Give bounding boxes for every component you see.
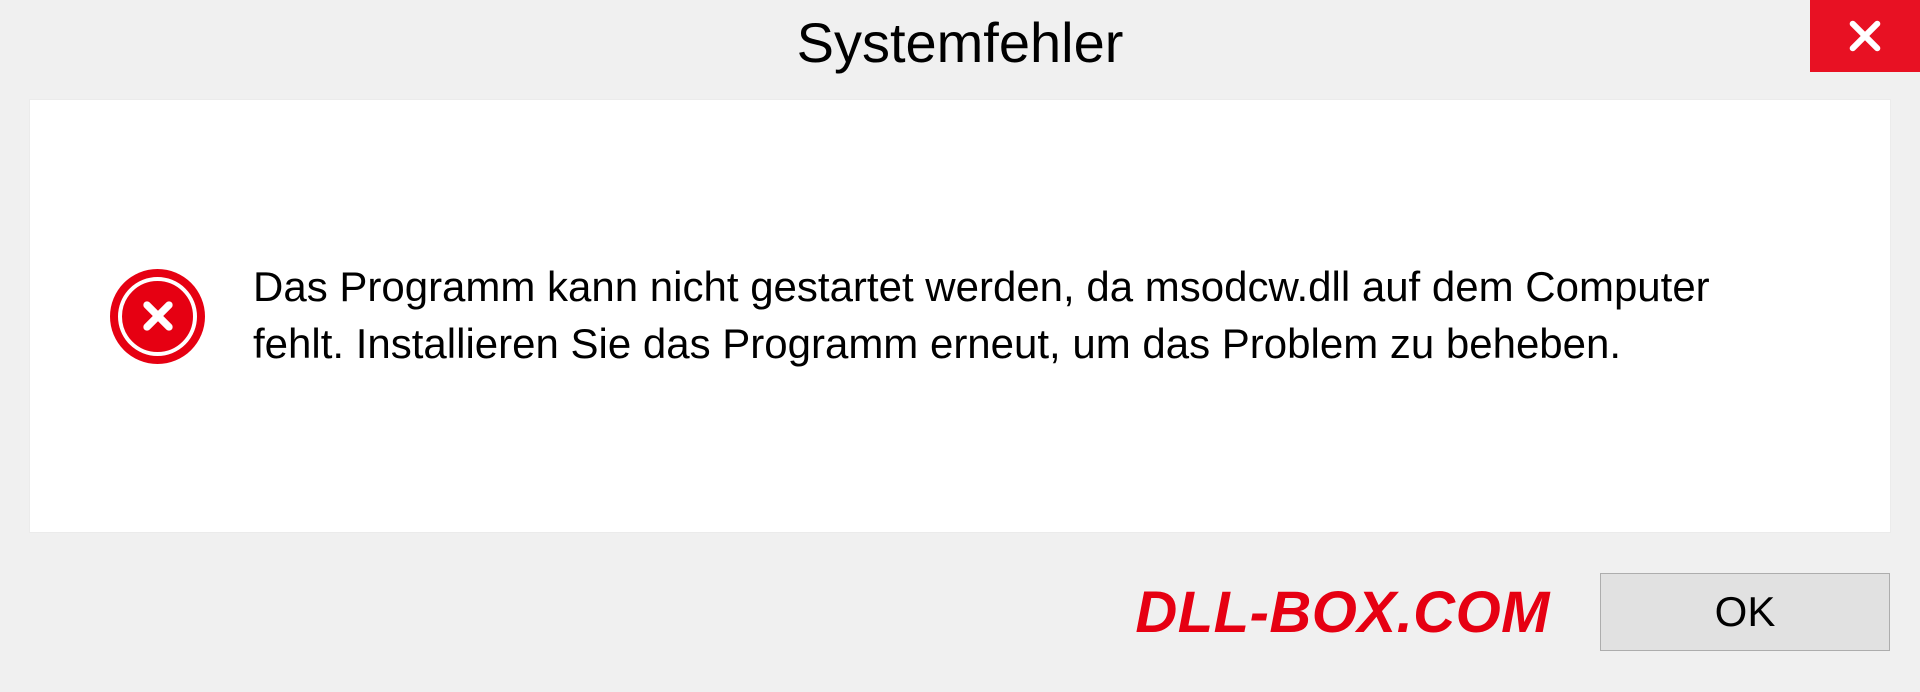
titlebar: Systemfehler [0, 0, 1920, 90]
dialog-title: Systemfehler [797, 10, 1124, 75]
close-button[interactable] [1810, 0, 1920, 72]
content-box: Das Programm kann nicht gestartet werden… [30, 100, 1890, 532]
error-icon [110, 269, 205, 364]
ok-button[interactable]: OK [1600, 573, 1890, 651]
error-message: Das Programm kann nicht gestartet werden… [253, 259, 1810, 372]
footer: DLL-BOX.COM OK [0, 562, 1920, 692]
error-dialog: Systemfehler Das Programm kann nicht ges… [0, 0, 1920, 692]
watermark-text: DLL-BOX.COM [1135, 579, 1550, 646]
close-icon [1844, 15, 1886, 57]
